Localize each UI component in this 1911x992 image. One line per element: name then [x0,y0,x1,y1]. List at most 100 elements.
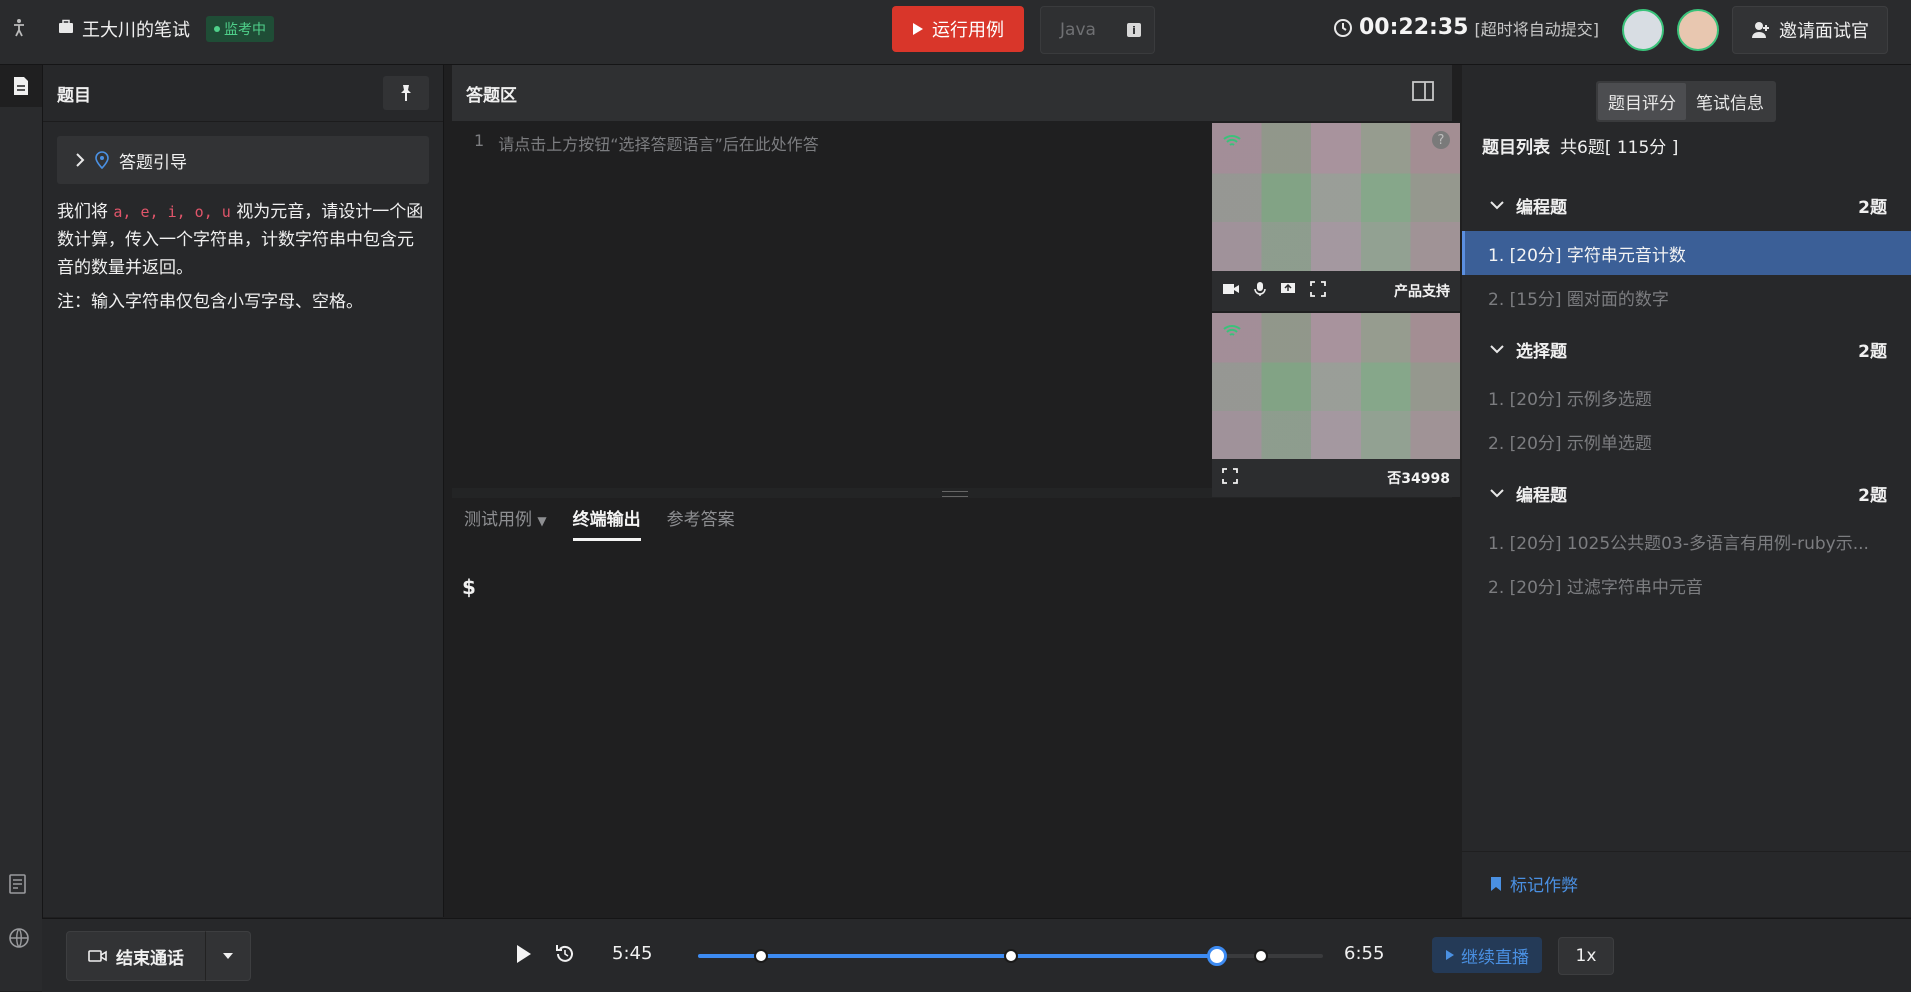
progress-marker[interactable] [1003,949,1018,963]
desc-suffix: 视为元音，请设计一个函数计算，传入一个字符串，计数字符串中包含元音的数量并返回。 [57,202,424,278]
line-number: 1 [474,131,485,150]
current-time: 5:45 [612,943,653,964]
divider [1462,851,1911,852]
layout-toggle-icon[interactable] [1412,80,1434,106]
candidate-avatar[interactable] [1622,9,1664,51]
question-item[interactable]: 2. [20分] 示例单选题 [1462,419,1911,463]
progress-marker[interactable] [1253,949,1268,963]
video-feed [1212,313,1460,459]
problem-header: 题目 [43,65,443,122]
fullscreen-icon[interactable] [1310,281,1326,301]
section-header[interactable]: 编程题 2题 [1462,183,1911,227]
section-count: 2题 [1858,341,1887,362]
answer-guide-label: 答题引导 [119,152,187,173]
replay-button[interactable] [554,943,576,970]
help-icon[interactable]: ? [1432,131,1450,149]
section-name: 编程题 [1516,485,1567,506]
language-select[interactable]: Java [1040,6,1116,54]
briefcase-icon [58,19,74,40]
section-header[interactable]: 选择题 2题 [1462,327,1911,371]
video-tile-2[interactable]: 否34998 [1212,313,1460,497]
exam-title-group: 王大川的笔试 监考中 [58,16,274,42]
status-dot [214,26,220,32]
bookmark-icon [1491,876,1501,891]
tab-test-cases-label: 测试用例 [464,510,532,530]
question-item[interactable]: 1. [20分] 示例多选题 [1462,375,1911,419]
playback-bar: 结束通话 5:45 6:55 继续直播 1x [42,918,1911,992]
video-feed [1212,123,1460,271]
info-button[interactable]: i [1114,6,1155,54]
document-icon [14,77,28,95]
problem-description: 我们将 a, e, i, o, u 视为元音，请设计一个函数计算，传入一个字符串… [57,198,429,282]
terminal-prompt: $ [462,575,476,599]
tab-reference-answer[interactable]: 参考答案 [667,505,735,538]
signal-icon [1222,133,1242,153]
tab-exam-info[interactable]: 笔试信息 [1686,83,1774,120]
progress-handle[interactable] [1206,946,1227,966]
tab-question-scoring[interactable]: 题目评分 [1598,83,1686,120]
playback-speed-button[interactable]: 1x [1558,937,1614,975]
question-item[interactable]: 1. [20分] 1025公共题03-多语言有用例-ruby示... [1462,519,1911,563]
end-call-button[interactable]: 结束通话 [66,931,206,981]
question-item[interactable]: 2. [15分] 圈对面的数字 [1462,275,1911,319]
end-call-label: 结束通话 [116,948,184,969]
section-name: 选择题 [1516,341,1567,362]
caret-down-icon [223,953,233,959]
problem-title: 题目 [57,85,91,106]
code-editor[interactable]: 1 请点击上方按钮“选择答题语言”后在此处作答 [474,131,819,155]
progress-track[interactable] [698,946,1323,966]
video-tile-1[interactable]: ? 产品支持 [1212,123,1460,311]
caret-down-icon: ▼ [537,514,547,528]
section-count: 2题 [1858,197,1887,218]
notes-icon[interactable] [8,873,30,900]
progress-fill [698,954,1217,958]
invite-label: 邀请面试官 [1779,21,1869,42]
timer-note: [超时将自动提交] [1474,19,1599,39]
end-call-dropdown[interactable] [205,931,251,981]
answer-header: 答题区 [452,65,1452,121]
interviewer-avatar[interactable] [1677,9,1719,51]
problem-note: 注：输入字符串仅包含小写字母、空格。 [57,292,363,312]
editor-placeholder: 请点击上方按钮“选择答题语言”后在此处作答 [498,135,819,154]
section-name: 编程题 [1516,197,1567,218]
accessibility-icon[interactable] [10,18,28,43]
output-tabs: 测试用例 ▼ 终端输出 参考答案 [464,505,735,541]
exam-title: 王大川的笔试 [82,20,190,41]
camera-icon[interactable] [1222,283,1240,299]
status-badge-label: 监考中 [224,22,266,38]
resume-live-label: 继续直播 [1461,947,1529,968]
invite-interviewer-button[interactable]: 邀请面试官 [1732,6,1888,54]
left-rail [0,65,43,991]
play-button[interactable] [516,944,532,969]
timer-value: 00:22:35 [1359,15,1469,40]
resume-live-button[interactable]: 继续直播 [1432,937,1542,973]
progress-marker[interactable] [753,949,768,963]
right-panel: 题目评分 笔试信息 题目列表 共6题[ 115分 ] 编程题 2题 1. [20分… [1462,65,1911,917]
desc-prefix: 我们将 [57,202,108,222]
rail-item-problem[interactable] [0,65,42,107]
answer-title: 答题区 [466,85,517,106]
timer: 00:22:35 [超时将自动提交] [1333,15,1599,40]
tab-test-cases[interactable]: 测试用例 ▼ [464,505,547,538]
section-header[interactable]: 编程题 2题 [1462,471,1911,515]
globe-icon[interactable] [8,927,30,954]
mark-cheating-button[interactable]: 标记作弊 [1490,871,1578,896]
pin-icon [401,85,411,101]
right-panel-tabs: 题目评分 笔试信息 [1596,81,1776,122]
tab-terminal-output[interactable]: 终端输出 [572,505,641,541]
pin-button[interactable] [383,76,429,110]
screen-share-icon[interactable] [1280,282,1296,300]
microphone-icon[interactable] [1254,281,1266,301]
question-item[interactable]: 2. [20分] 过滤字符串中元音 [1462,563,1911,607]
answer-guide-toggle[interactable]: 答题引导 [57,136,429,184]
run-testcase-button[interactable]: 运行用例 [892,6,1024,52]
video-tile-2-label: 否34998 [1387,471,1450,487]
fullscreen-icon[interactable] [1222,468,1238,488]
play-icon [1446,950,1454,960]
splitter-grip[interactable] [942,491,968,497]
question-item[interactable]: 1. [20分] 字符串元音计数 [1462,231,1911,275]
chevron-down-icon [1490,483,1504,503]
question-list-label: 题目列表 [1482,138,1550,158]
play-icon [517,945,531,963]
status-badge: 监考中 [206,16,274,42]
